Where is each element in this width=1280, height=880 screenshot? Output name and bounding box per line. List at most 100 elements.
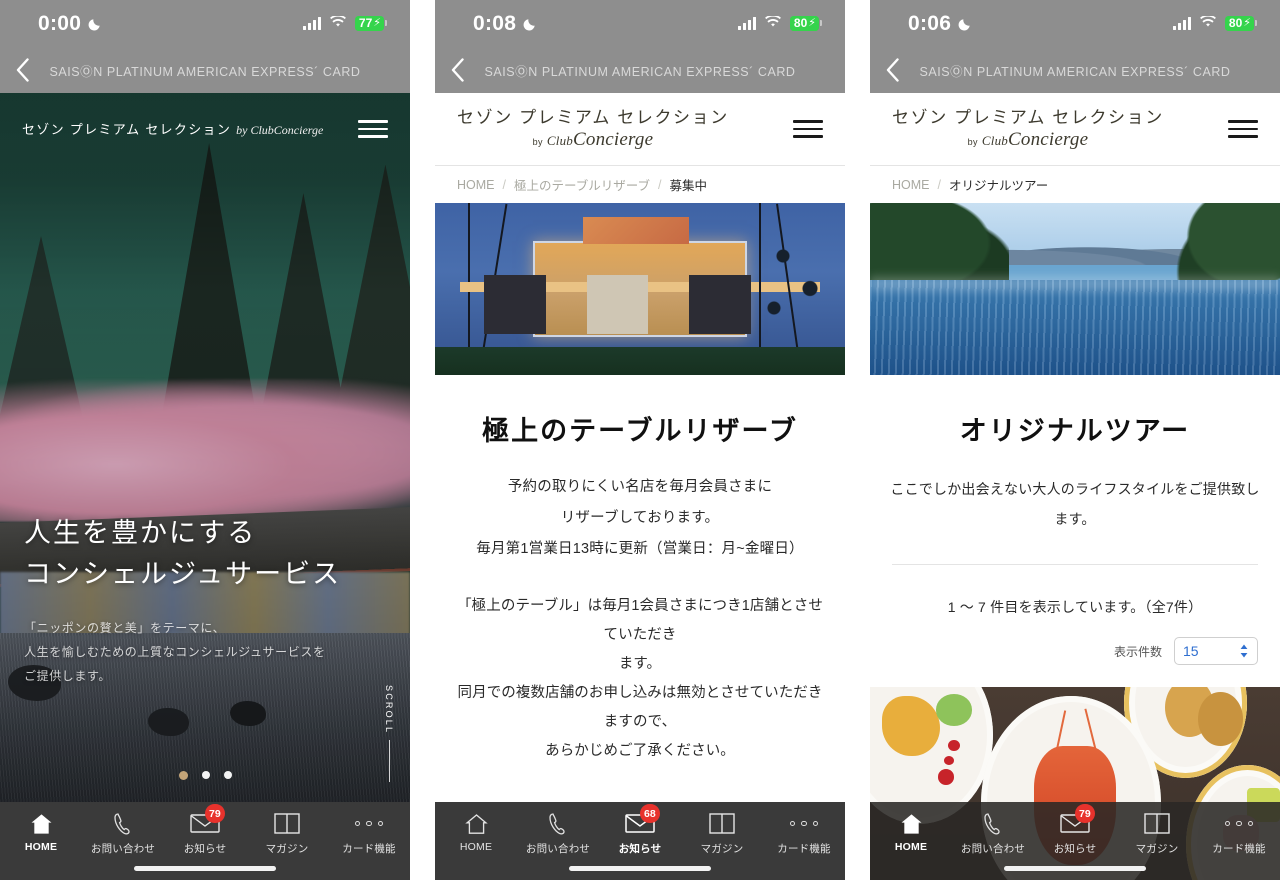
phone-screen-original-tour: 0:06 80 ⚡ SAISⓄN PLATINUM AMERICAN EXPRES… [870, 0, 1280, 880]
carousel-dots[interactable] [0, 771, 410, 780]
tab-magazine[interactable]: マガジン [246, 811, 328, 856]
tab-card-features[interactable]: カード機能 [763, 811, 845, 856]
breadcrumb-home[interactable]: HOME [892, 178, 930, 192]
brand-name-line1: セゾン プレミアム セレクション [22, 122, 232, 138]
tab-notices[interactable]: 79 お知らせ [1034, 804, 1116, 856]
home-indicator-bar [1004, 866, 1146, 871]
battery-status: 80 ⚡ [789, 16, 823, 31]
battery-status: 80 ⚡ [1224, 16, 1258, 31]
per-page-select[interactable]: 15 [1174, 637, 1258, 666]
back-button[interactable] [435, 58, 481, 82]
hamburger-menu-icon[interactable] [793, 115, 823, 143]
brand-name-line1: セゾン プレミアム セレクション [892, 108, 1164, 127]
tab-notices[interactable]: 79 お知らせ [164, 804, 246, 856]
tab-magazine[interactable]: マガジン [681, 811, 763, 856]
tab-home[interactable]: HOME [435, 811, 517, 853]
tab-contact[interactable]: お問い合わせ [952, 811, 1034, 856]
note-line-4: あらかじめご了承ください。 [545, 742, 735, 759]
tab-card-features[interactable]: カード機能 [328, 811, 410, 856]
brand-logo[interactable]: セゾン プレミアム セレクション by ClubConcierge [892, 109, 1164, 149]
tab-home[interactable]: HOME [870, 811, 952, 853]
signal-bars-icon [302, 17, 321, 30]
status-indicators: 77 ⚡ [302, 14, 388, 33]
brand-header: セゾン プレミアム セレクション by ClubConcierge [870, 93, 1280, 165]
tab-home[interactable]: HOME [0, 811, 82, 853]
status-time-group: 0:00 [38, 12, 103, 36]
breadcrumb-current: オリジナルツアー [948, 179, 1049, 193]
brand-concierge-mark: by ClubConcierge [533, 130, 654, 149]
wifi-icon [1199, 14, 1216, 33]
hero-headline-line2: コンシェルジュサービス [24, 558, 342, 589]
carousel-dot-2[interactable] [201, 771, 210, 779]
brand-by-text: by [967, 137, 978, 147]
tab-notices[interactable]: 68 お知らせ [599, 804, 681, 856]
tab-notices-label: お知らせ [1053, 843, 1097, 855]
battery-status: 77 ⚡ [354, 16, 388, 31]
tab-magazine[interactable]: マガジン [1116, 811, 1198, 856]
brand-club-text: Club [981, 133, 1008, 148]
brand-concierge-text: Concierge [273, 123, 324, 138]
hamburger-menu-icon[interactable] [358, 115, 388, 143]
note-line-1: 「極上のテーブル」は毎月1会員さまにつき1店舗とさせていただき [457, 597, 823, 643]
hamburger-menu-icon[interactable] [1228, 115, 1258, 143]
bolt-icon: ⚡ [373, 17, 381, 29]
brand-club-text: Club [546, 133, 573, 148]
home-icon [30, 811, 53, 836]
brand-by-text: by [532, 137, 543, 147]
breadcrumb-level2[interactable]: 極上のテーブルリザーブ [514, 175, 650, 194]
brand-header: セゾン プレミアム セレクション by ClubConcierge [435, 93, 845, 165]
bolt-icon: ⚡ [1243, 17, 1251, 29]
tab-contact[interactable]: お問い合わせ [517, 811, 599, 856]
phone-icon [113, 811, 133, 836]
breadcrumb-separator: / [502, 177, 506, 192]
page-note-text: 「極上のテーブル」は毎月1会員さまにつき1店舗とさせていただき ます。 同月での… [435, 592, 845, 766]
carousel-dot-3[interactable] [223, 771, 232, 779]
home-indicator-bar [569, 866, 711, 871]
carousel-dot-1[interactable] [178, 771, 188, 780]
brand-concierge-text: Concierge [1008, 129, 1089, 150]
back-button[interactable] [0, 58, 46, 82]
bottom-tab-bar: HOME お問い合わせ 68 お知らせ マガジン カード機能 [435, 802, 845, 880]
brand-club-concierge-text: ClubConcierge [982, 130, 1088, 149]
per-page-label: 表示件数 [1113, 644, 1162, 659]
breadcrumb-home[interactable]: HOME [457, 178, 495, 192]
book-icon [709, 811, 735, 836]
hero-subtext: 「ニッポンの贅と美」をテーマに、 人生を愉しむための上質なコンシェルジュサービス… [24, 616, 386, 688]
notices-badge: 79 [1075, 804, 1095, 823]
tab-notices-label: お知らせ [183, 843, 227, 855]
app-nav-title: SAISⓄN PLATINUM AMERICAN EXPRESS´ CARD [484, 64, 796, 79]
tab-card-features[interactable]: カード機能 [1198, 811, 1280, 856]
scroll-label: SCROLL [384, 684, 394, 734]
mail-icon: 79 [190, 804, 225, 836]
note-line-3: 同月での複数店舗のお申し込みは無効とさせていただきますので、 [457, 684, 823, 730]
hero-overlay-scrim [0, 93, 410, 808]
status-bar: 0:08 80 ⚡ [435, 0, 845, 47]
app-nav-bar: SAISⓄN PLATINUM AMERICAN EXPRESS´ CARD [870, 47, 1280, 93]
back-button[interactable] [870, 58, 916, 82]
home-indicator-bar [134, 866, 276, 871]
bottom-tab-bar: HOME お問い合わせ 79 お知らせ マガジン カード機能 [0, 802, 410, 880]
hero-headline: 人生を豊かにする コンシェルジュサービス [24, 513, 386, 594]
brand-concierge-mark: by ClubConcierge [968, 130, 1089, 149]
hero-carousel[interactable]: セゾン プレミアム セレクション by ClubConcierge 人生を豊かに… [0, 93, 410, 808]
app-nav-title: SAISⓄN PLATINUM AMERICAN EXPRESS´ CARD [919, 64, 1231, 79]
tab-contact[interactable]: お問い合わせ [82, 811, 164, 856]
book-icon [1144, 811, 1170, 836]
brand-logo[interactable]: セゾン プレミアム セレクション by ClubConcierge [457, 109, 729, 149]
battery-level: 80 [1228, 16, 1243, 30]
status-bar: 0:00 77 ⚡ [0, 0, 410, 47]
brand-club-text: Club [250, 123, 274, 138]
hero-subtext-line3: ご提供します。 [24, 669, 112, 683]
page-lead-text: ここでしか出会えない大人のライフスタイルをご提供致します。 [890, 481, 1260, 528]
tab-home-label: HOME [24, 841, 58, 853]
status-time: 0:08 [473, 11, 517, 35]
tab-contact-label: お問い合わせ [90, 843, 156, 855]
tab-contact-label: お問い合わせ [525, 843, 591, 855]
brand-concierge-text: Concierge [573, 129, 654, 150]
content-divider [892, 564, 1258, 566]
app-nav-bar: SAISⓄN PLATINUM AMERICAN EXPRESS´ CARD [0, 47, 410, 93]
page-lead-text: 予約の取りにくい名店を毎月会員さまに リザーブしております。 毎月第1営業日13… [435, 472, 845, 566]
mail-icon: 79 [1060, 804, 1095, 836]
scroll-indicator: SCROLL [384, 685, 394, 782]
page-content: オリジナルツアー ここでしか出会えない大人のライフスタイルをご提供致します。 1… [870, 409, 1280, 666]
